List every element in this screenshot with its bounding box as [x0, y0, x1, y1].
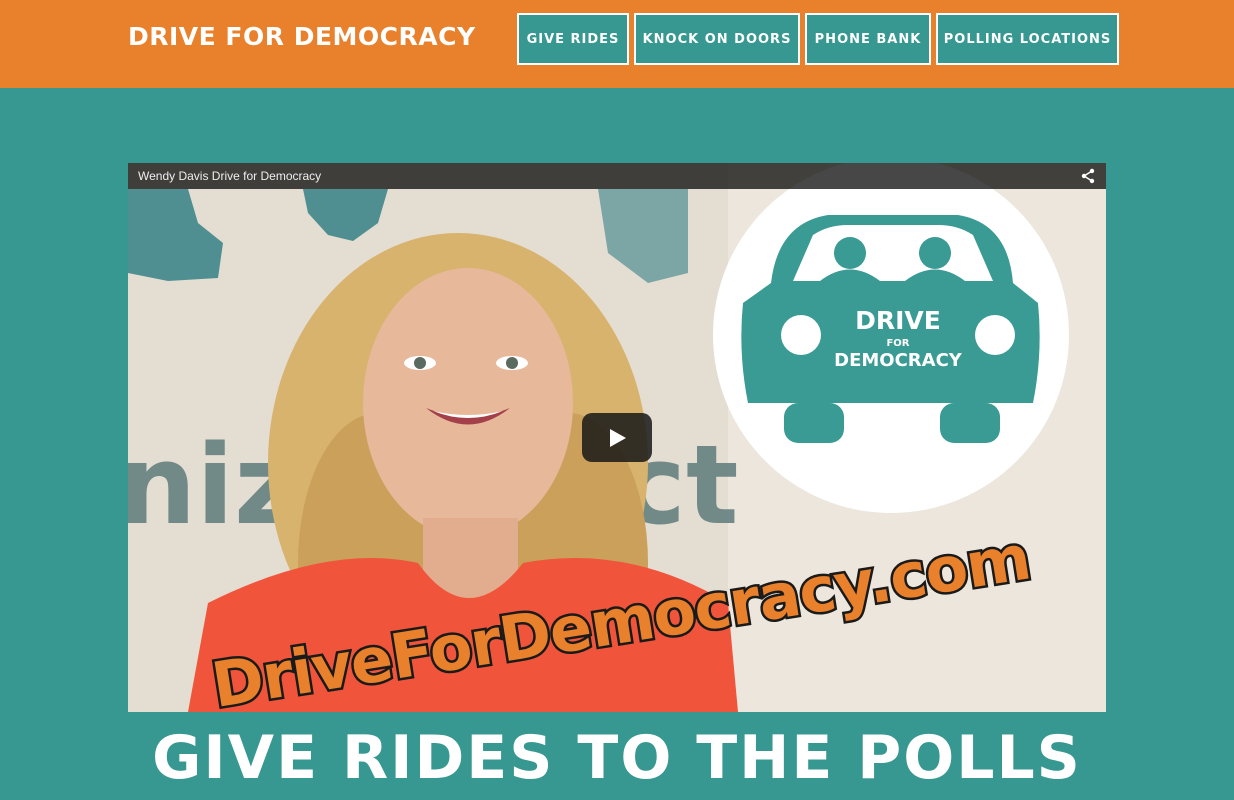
car-logo-drive: DRIVE	[855, 306, 941, 335]
site-header: DRIVE FOR DEMOCRACY GIVE RIDES KNOCK ON …	[0, 0, 1234, 88]
car-logo-democracy: DEMOCRACY	[834, 350, 963, 371]
play-icon	[610, 429, 626, 447]
nav-polling-locations-button[interactable]: POLLING LOCATIONS	[936, 13, 1119, 65]
share-icon[interactable]	[1080, 168, 1096, 184]
video-title[interactable]: Wendy Davis Drive for Democracy	[138, 169, 321, 183]
page-headline: GIVE RIDES TO THE POLLS	[152, 723, 1082, 793]
site-logo-text[interactable]: DRIVE FOR DEMOCRACY	[128, 22, 476, 51]
nav-knock-on-doors-button[interactable]: KNOCK ON DOORS	[634, 13, 800, 65]
video-player[interactable]: nizProject DRIVE	[128, 163, 1106, 712]
nav-label: GIVE RIDES	[526, 31, 620, 47]
nav-label: PHONE BANK	[814, 31, 922, 47]
nav-phone-bank-button[interactable]: PHONE BANK	[805, 13, 931, 65]
car-logo-for: FOR	[886, 338, 909, 349]
play-button[interactable]	[582, 413, 652, 462]
nav-label: POLLING LOCATIONS	[943, 31, 1112, 47]
nav-label: KNOCK ON DOORS	[642, 31, 792, 47]
nav-give-rides-button[interactable]: GIVE RIDES	[517, 13, 629, 65]
video-title-bar: Wendy Davis Drive for Democracy	[128, 163, 1106, 189]
